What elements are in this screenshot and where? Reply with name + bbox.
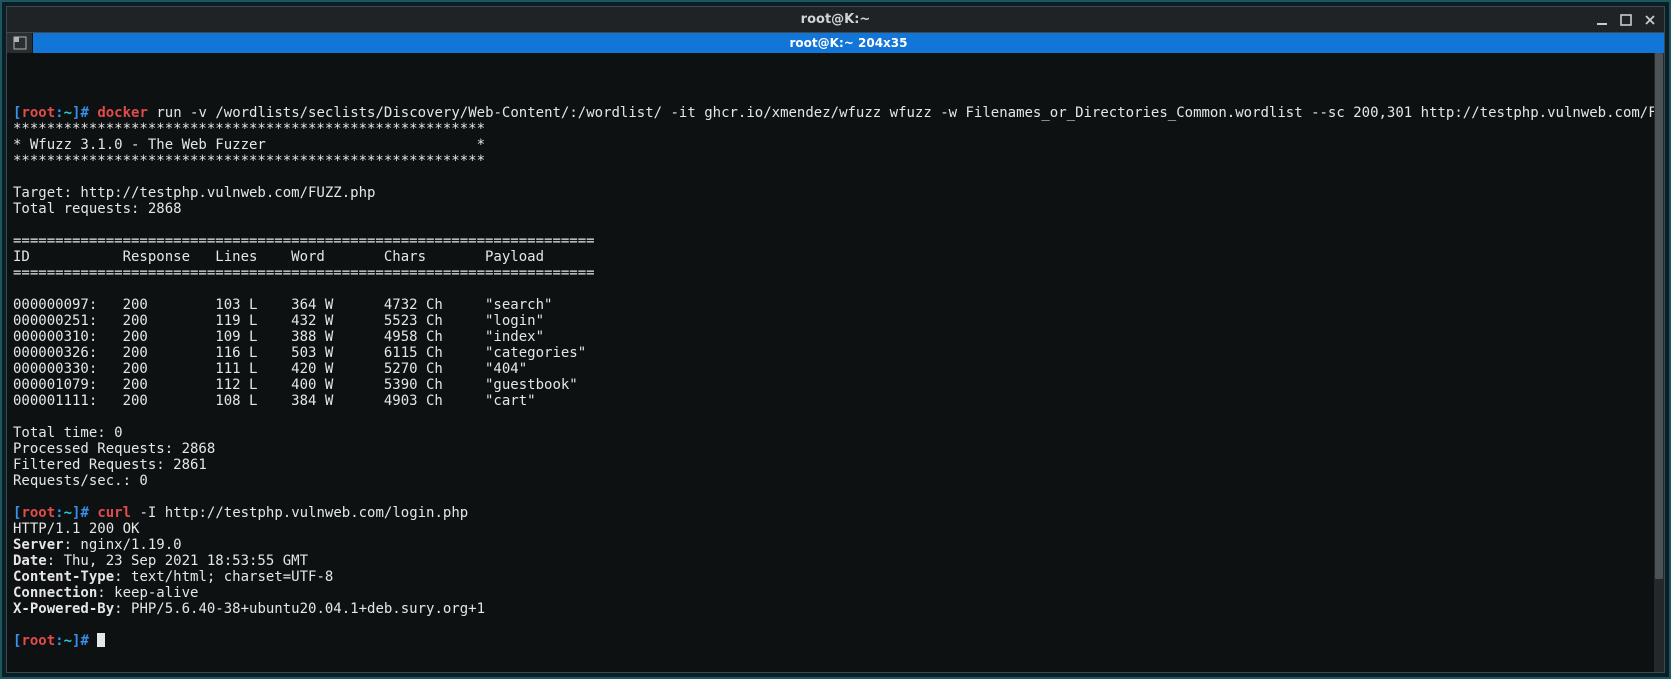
terminal-output[interactable]: [root:~]# docker run -v /wordlists/secli… [7,53,1664,672]
window-title: root@K:~ [801,12,871,27]
window-controls [1594,7,1658,32]
scrollbar-thumb[interactable] [1655,53,1663,579]
scrollbar[interactable] [1654,53,1664,672]
terminal-window: root@K:~ root@K:~ 2 [6,6,1665,673]
new-tab-icon[interactable] [7,33,33,53]
close-button[interactable] [1642,12,1658,28]
desktop: root@K:~ root@K:~ 2 [0,0,1671,679]
minimize-button[interactable] [1594,12,1610,28]
maximize-button[interactable] [1618,12,1634,28]
terminal-tabbar: root@K:~ 204x35 [7,33,1664,53]
cursor [97,633,105,647]
tab-label: root@K:~ 204x35 [790,36,908,50]
terminal-tab[interactable]: root@K:~ 204x35 [33,33,1664,53]
window-titlebar[interactable]: root@K:~ [7,7,1664,33]
